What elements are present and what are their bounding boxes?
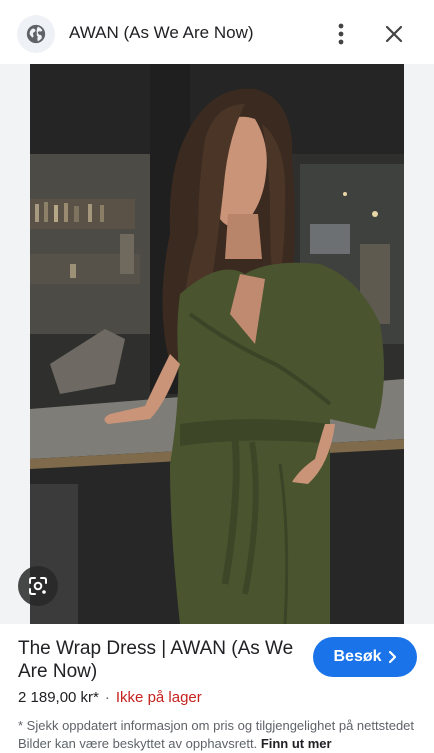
google-lens-button[interactable]	[18, 566, 58, 606]
image-viewer	[0, 64, 434, 624]
price-row: 2 189,00 kr* · Ikke på lager	[18, 689, 202, 706]
price: 2 189,00 kr*	[18, 689, 99, 706]
close-icon	[385, 25, 403, 43]
chevron-right-icon	[388, 650, 396, 664]
visit-button-label: Besøk	[333, 648, 382, 665]
visit-button[interactable]: Besøk	[313, 637, 417, 677]
top-bar: AWAN (As We Are Now)	[0, 0, 434, 64]
close-button[interactable]	[378, 18, 410, 50]
site-title: AWAN (As We Are Now)	[69, 23, 254, 42]
product-image[interactable]	[30, 64, 404, 624]
disclaimer-text: * Sjekk oppdatert informasjon om pris og…	[18, 718, 415, 751]
more-options-button[interactable]	[325, 18, 357, 50]
product-title[interactable]: The Wrap Dress | AWAN (As We Are Now)	[18, 637, 298, 683]
stock-status: Ikke på lager	[115, 689, 202, 706]
google-lens-icon	[29, 577, 47, 595]
globe-icon	[17, 15, 55, 53]
disclaimer: * Sjekk oppdatert informasjon om pris og…	[18, 717, 418, 753]
learn-more-link[interactable]: Finn ut mer	[261, 736, 332, 751]
separator: ·	[104, 689, 110, 706]
more-vert-icon	[338, 23, 344, 45]
